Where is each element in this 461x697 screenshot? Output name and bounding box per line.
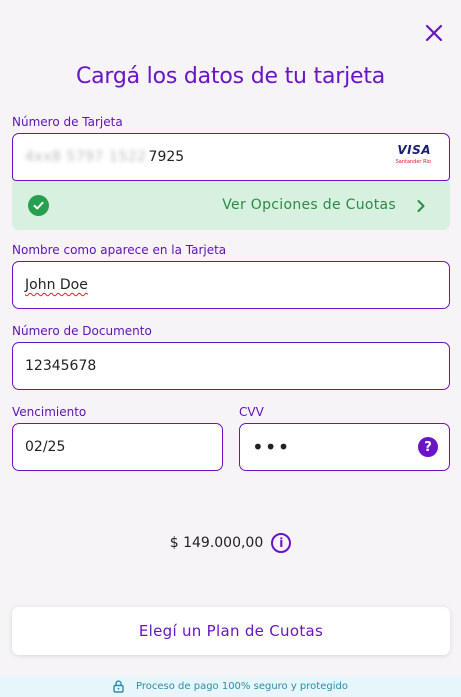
card-number-field[interactable]: 4xx8 5797 1522 7925 VISA Santander Rio	[12, 133, 450, 181]
card-brand: VISA	[397, 143, 431, 157]
close-icon[interactable]	[422, 21, 446, 45]
amount-value: $ 149.000,00	[169, 535, 264, 551]
modal-title: Cargá los datos de tu tarjeta	[75, 64, 386, 89]
cvv-value: •••	[252, 435, 291, 459]
ver-opciones-cuotas-button[interactable]: Ver Opciones de Cuotas	[12, 181, 450, 230]
name-label: Nombre como aparece en la Tarjeta	[12, 243, 227, 257]
visa-logo: VISA Santander Rio	[396, 143, 431, 165]
card-number-last-digits: 7925	[148, 149, 185, 165]
chevron-right-icon	[416, 198, 426, 217]
cuotas-label: Ver Opciones de Cuotas	[222, 197, 396, 213]
cvv-label: CVV	[239, 405, 264, 419]
document-value: 12345678	[25, 358, 97, 374]
question-icon[interactable]: ?	[418, 437, 438, 457]
name-value: John Doe	[25, 277, 88, 293]
document-field[interactable]: 12345678	[12, 342, 450, 390]
cvv-field[interactable]: ••• ?	[239, 423, 450, 471]
footer-text: Proceso de pago 100% seguro y protegido	[136, 681, 348, 692]
card-number-masked: 4xx8 5797 1522	[25, 149, 147, 165]
expiry-field[interactable]: 02/25	[12, 423, 223, 471]
card-number-label: Número de Tarjeta	[12, 115, 123, 129]
expiry-value: 02/25	[25, 439, 66, 455]
card-bank: Santander Rio	[395, 159, 431, 165]
name-field[interactable]: John Doe	[12, 261, 450, 309]
secure-footer: Proceso de pago 100% seguro y protegido	[0, 676, 461, 697]
check-circle-icon	[28, 195, 49, 216]
info-icon[interactable]: i	[271, 533, 292, 553]
expiry-label: Vencimiento	[12, 405, 87, 419]
document-label: Número de Documento	[12, 324, 152, 338]
elegir-plan-button[interactable]: Elegí un Plan de Cuotas	[12, 607, 450, 655]
lock-icon	[113, 680, 124, 693]
amount-row: $ 149.000,00 i	[0, 533, 461, 553]
